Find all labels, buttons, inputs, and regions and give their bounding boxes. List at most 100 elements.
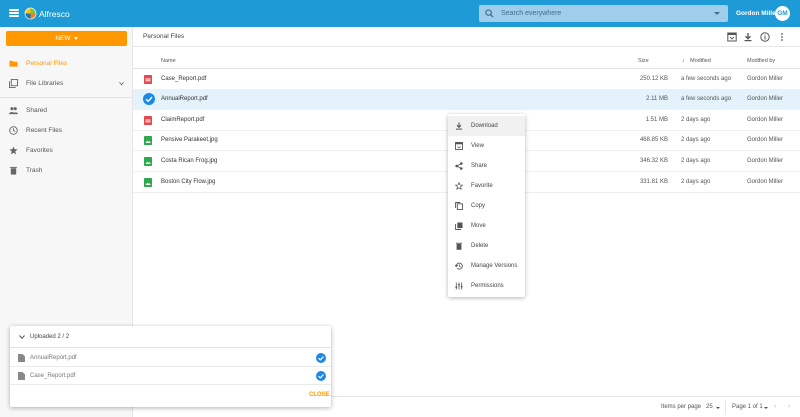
trash-icon [10,166,17,175]
clock-icon [9,126,18,135]
chevron-down-icon[interactable] [119,81,124,86]
sidebar-item-shared[interactable]: Shared [0,102,133,120]
app-header: Alfresco Search everywhere Gordon Miller… [0,0,800,27]
sidebar-item-file-libraries[interactable]: File Libraries [0,75,133,93]
sidebar-item-label: Trash [26,167,43,174]
file-name[interactable]: ClaimReport.pdf [161,117,204,123]
items-per-page-label: Items per page [661,404,702,410]
sidebar-item-label: Personal Files [26,60,68,67]
hamburger-menu-icon[interactable] [9,9,19,17]
view-icon [455,142,463,150]
menu-item-manage-versions[interactable]: Manage Versions [448,256,525,276]
download-icon[interactable] [743,32,753,42]
menu-item-label: Permissions [471,283,504,289]
toolbar: Personal Files [133,27,800,47]
sidebar-item-trash[interactable]: Trash [0,162,133,180]
new-button-label: NEW [55,35,71,42]
menu-item-label: Share [471,163,488,169]
file-size: 346.32 KB [639,158,668,164]
upload-item: Case_Report.pdf [10,367,331,385]
menu-item-copy[interactable]: Copy [448,196,525,216]
column-header-modified[interactable]: Modified [690,58,711,64]
sidebar-item-personal-files[interactable]: Personal Files [0,55,133,73]
share-icon [455,162,463,170]
user-avatar[interactable]: GM [775,6,790,21]
pagination-divider [725,400,726,414]
menu-item-move[interactable]: Move [448,216,525,236]
table-header: Name Size ↓ Modified Modified by [133,55,800,69]
sidebar-item-label: File Libraries [26,80,64,87]
new-dropdown-chevron-icon [73,36,78,40]
upload-panel: Uploaded 2 / 2 AnnualReport.pdf Case_Rep… [10,326,331,407]
check-circle-icon [316,353,326,363]
menu-item-delete[interactable]: Delete [448,236,525,256]
permissions-icon [455,282,463,290]
upload-item: AnnualReport.pdf [10,349,331,367]
next-page-icon[interactable]: › [788,403,790,410]
image-file-icon [144,157,152,166]
more-options-icon[interactable] [777,32,787,42]
file-modified-by: Gordon Miller [747,96,784,102]
file-size: 250.12 KB [639,76,668,82]
upload-file-name: AnnualReport.pdf [30,355,77,361]
file-name[interactable]: Boston City Flow.jpg [161,179,215,185]
page-select-chevron-icon[interactable] [764,407,768,409]
history-icon [455,262,463,270]
move-icon [455,222,463,230]
view-details-icon[interactable] [727,32,737,42]
file-name[interactable]: Case_Report.pdf [161,76,206,82]
table-row[interactable]: Case_Report.pdf 250.12 KB a few seconds … [133,70,800,90]
menu-item-download[interactable]: Download [448,116,525,136]
menu-item-label: Delete [471,243,489,249]
download-icon [456,122,462,130]
selected-check-icon[interactable] [143,93,155,105]
menu-item-permissions[interactable]: Permissions [448,276,525,296]
star-icon [9,146,18,155]
menu-item-label: Copy [471,203,486,209]
file-name[interactable]: AnnualReport.pdf [161,96,208,102]
info-icon[interactable] [760,32,770,42]
search-icon [485,9,494,18]
table-row[interactable]: AnnualReport.pdf 2.11 MB a few seconds a… [133,90,800,110]
file-modified: 2 days ago [681,158,711,164]
file-modified-by: Gordon Miller [747,179,784,185]
close-button[interactable]: CLOSE [309,392,330,398]
image-file-icon [144,178,152,187]
file-size: 2.11 MB [646,96,668,102]
new-button[interactable]: NEW [6,31,127,46]
items-per-page-select[interactable]: 25 [706,404,713,410]
breadcrumb[interactable]: Personal Files [143,33,184,40]
copy-icon [455,202,463,210]
items-per-page-chevron-icon[interactable] [716,407,720,409]
file-modified-by: Gordon Miller [747,137,784,143]
search-input[interactable]: Search everywhere [501,10,561,17]
previous-page-icon[interactable]: ‹ [774,403,776,410]
alfresco-logo-icon [24,7,37,20]
file-modified: a few seconds ago [681,96,732,102]
pdf-file-icon [144,116,152,125]
chevron-down-icon[interactable] [19,335,25,339]
file-name[interactable]: Pensive Parakeet.jpg [161,137,218,143]
upload-file-name: Case_Report.pdf [30,373,76,379]
delete-icon [456,242,462,250]
library-icon [9,79,18,88]
user-name[interactable]: Gordon Miller [736,10,778,17]
upload-panel-header[interactable]: Uploaded 2 / 2 [10,326,331,348]
menu-item-share[interactable]: Share [448,156,525,176]
file-name[interactable]: Costa Rican Frog.jpg [161,158,217,164]
sidebar-item-favorites[interactable]: Favorites [0,142,133,160]
sidebar-item-recent-files[interactable]: Recent Files [0,122,133,140]
menu-item-label: Manage Versions [471,263,518,269]
column-header-size[interactable]: Size [638,58,649,64]
file-modified: 2 days ago [681,137,711,143]
search-bar[interactable]: Search everywhere [479,5,728,22]
check-circle-icon [316,371,326,381]
file-modified-by: Gordon Miller [747,117,784,123]
column-header-modified-by[interactable]: Modified by [747,58,775,64]
folder-icon [9,60,18,67]
page-indicator[interactable]: Page 1 of 1 [732,404,763,410]
column-header-name[interactable]: Name [161,58,176,64]
menu-item-view[interactable]: View [448,136,525,156]
search-options-chevron-icon[interactable] [714,12,720,15]
menu-item-favorite[interactable]: Favorite [448,176,525,196]
